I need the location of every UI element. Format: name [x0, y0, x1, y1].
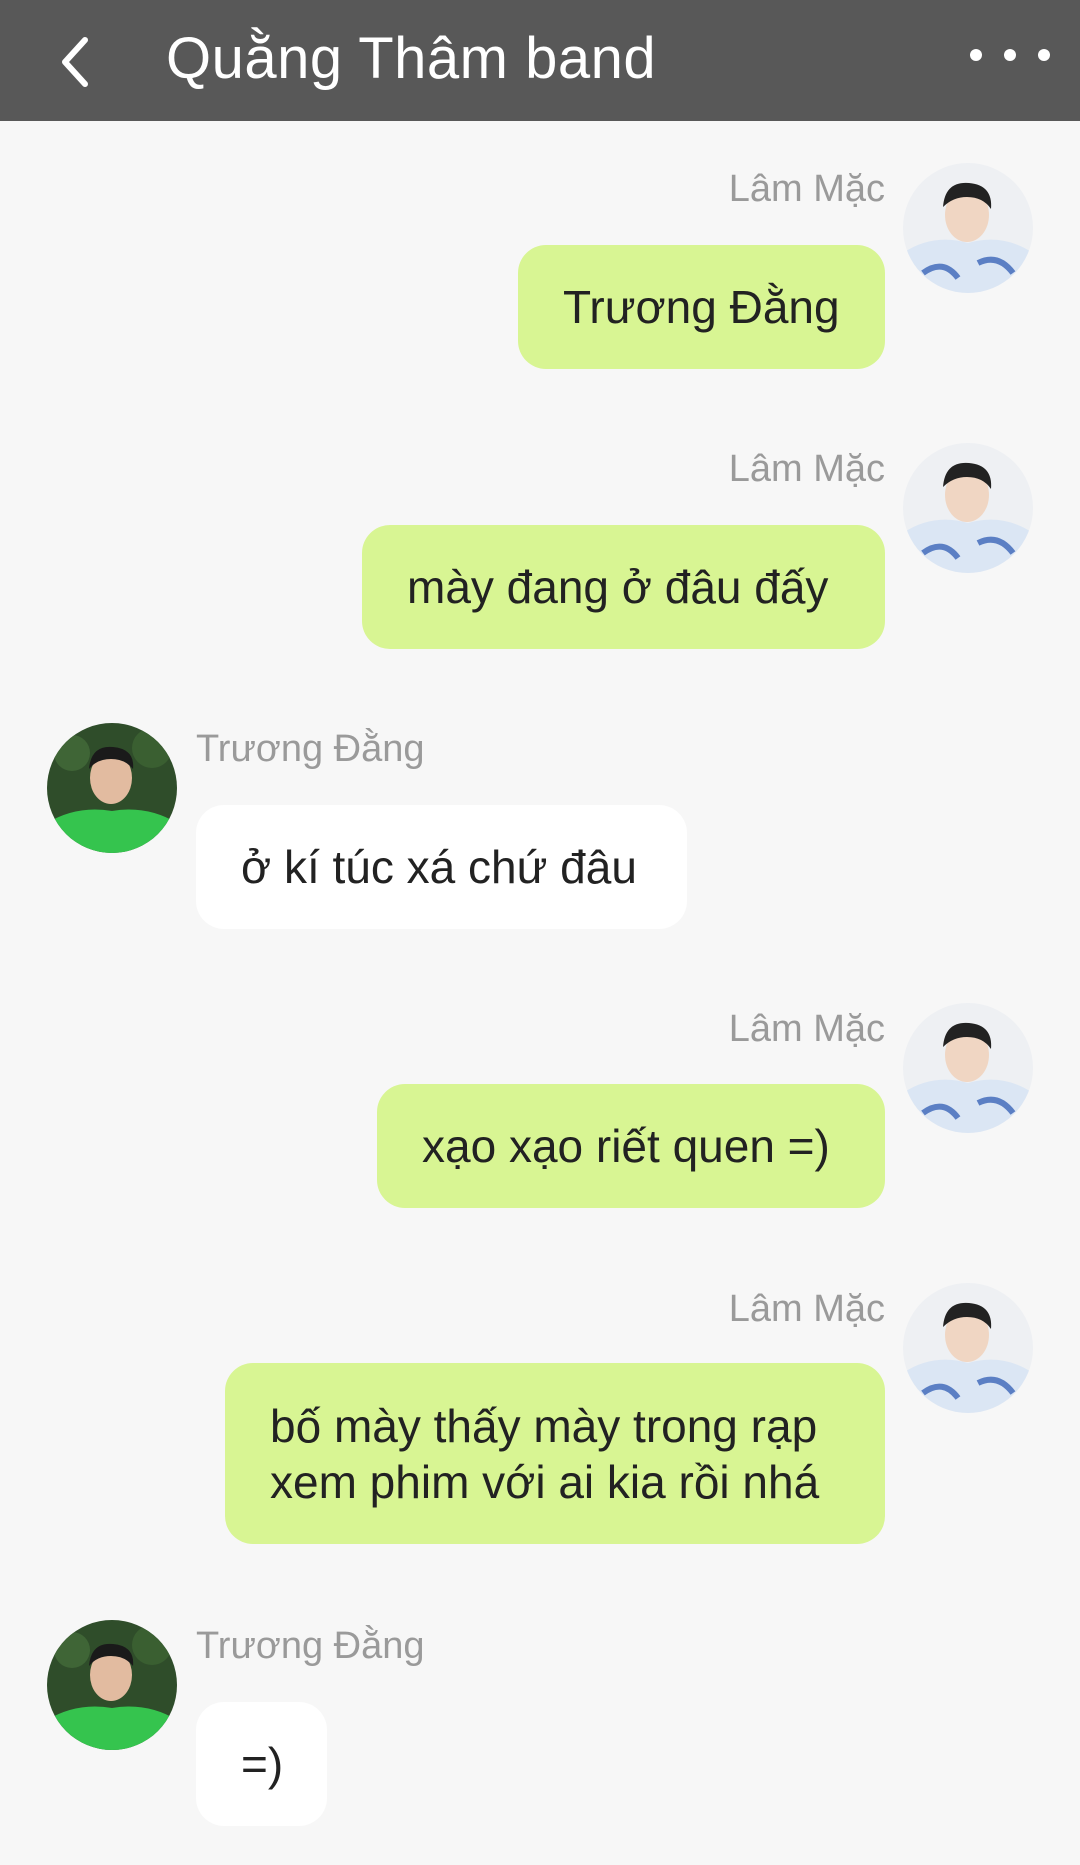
- chat-title: Quằng Thâm band: [166, 26, 657, 91]
- back-button[interactable]: [40, 22, 110, 102]
- sender-name: Trương Đằng: [196, 1625, 425, 1667]
- message-bubble[interactable]: ở kí túc xá chứ đâu: [196, 805, 687, 929]
- avatar[interactable]: [903, 163, 1033, 293]
- message-text-line: bố mày thấy mày trong rạp: [270, 1399, 818, 1452]
- message-bubble[interactable]: mày đang ở đâu đấy: [362, 525, 885, 649]
- avatar[interactable]: [47, 1620, 177, 1750]
- message-text: xạo xạo riết quen =): [422, 1120, 830, 1172]
- sender-name: Trương Đằng: [196, 728, 425, 770]
- avatar[interactable]: [903, 1283, 1033, 1413]
- sender-name: Lâm Mặc: [728, 1288, 885, 1330]
- message-text: =): [241, 1738, 284, 1790]
- message-bubble[interactable]: Trương Đằng: [518, 245, 885, 369]
- message-text: Trương Đằng: [563, 281, 840, 333]
- sender-name: Lâm Mặc: [728, 448, 885, 490]
- avatar[interactable]: [903, 1003, 1033, 1133]
- avatar[interactable]: [47, 723, 177, 853]
- message-text-line: xem phim với ai kia rồi nhá: [270, 1455, 820, 1508]
- message-bubble[interactable]: xạo xạo riết quen =): [377, 1084, 885, 1208]
- chevron-left-icon: [62, 37, 88, 87]
- sender-name: Lâm Mặc: [728, 1008, 885, 1050]
- message-text: ở kí túc xá chứ đâu: [241, 841, 637, 893]
- avatar[interactable]: [903, 443, 1033, 573]
- message-bubble[interactable]: bố mày thấy mày trong rạp xem phim với a…: [225, 1363, 885, 1544]
- chat-header: Quằng Thâm band: [0, 0, 1080, 121]
- message-text: mày đang ở đâu đấy: [407, 561, 829, 613]
- more-options-icon[interactable]: [970, 30, 1050, 80]
- sender-name: Lâm Mặc: [728, 168, 885, 210]
- message-bubble[interactable]: =): [196, 1702, 327, 1826]
